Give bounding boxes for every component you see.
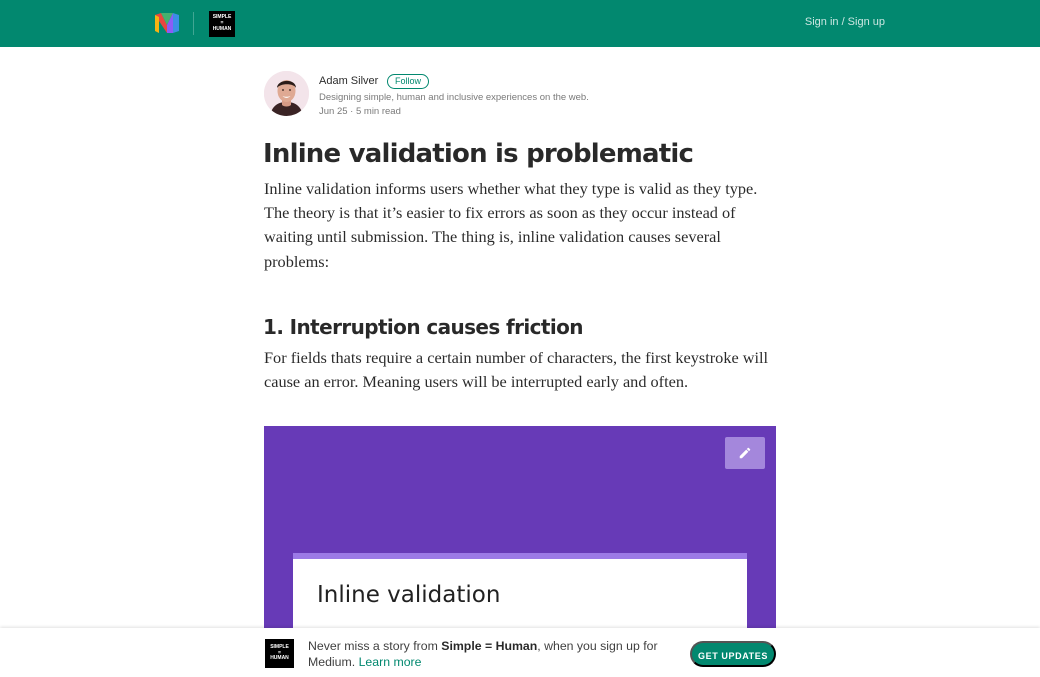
author-bio: Designing simple, human and inclusive ex… xyxy=(319,92,589,103)
author-avatar[interactable] xyxy=(264,71,309,116)
article-figure[interactable]: Inline validation xyxy=(264,426,776,636)
read-time: 5 min read xyxy=(355,106,401,117)
banner-publication-name: Simple = Human xyxy=(441,639,538,653)
header-divider xyxy=(193,12,194,35)
follow-button[interactable]: Follow xyxy=(387,74,430,89)
article-intro-paragraph: Inline validation informs users whether … xyxy=(264,179,758,271)
banner-text-prefix: Never miss a story from xyxy=(308,639,442,653)
meta-separator: · xyxy=(350,106,354,117)
banner-publication-logo[interactable]: SIMPLE = HUMAN xyxy=(265,639,294,668)
figure-card-title: Inline validation xyxy=(317,582,501,608)
banner-message: Never miss a story from Simple = Human, … xyxy=(308,638,668,670)
author-name[interactable]: Adam Silver xyxy=(319,75,378,87)
section-heading: 1. Interruption causes friction xyxy=(263,315,584,339)
article-title: Inline validation is problematic xyxy=(263,139,694,169)
learn-more-link[interactable]: Learn more xyxy=(359,655,422,669)
medium-logo-icon[interactable] xyxy=(155,13,179,33)
figure-card: Inline validation xyxy=(293,559,747,636)
subscribe-banner: SIMPLE = HUMAN Never miss a story from S… xyxy=(0,628,1040,677)
pencil-icon xyxy=(725,437,765,469)
banner-logo-line: HUMAN xyxy=(270,655,289,662)
get-updates-button[interactable]: GET UPDATES xyxy=(690,641,776,667)
publication-logo[interactable]: SIMPLE = HUMAN xyxy=(209,11,235,37)
sign-in-link[interactable]: Sign in / Sign up xyxy=(805,16,885,28)
post-meta: Jun 25 · 5 min read xyxy=(319,106,401,117)
publication-logo-line: HUMAN xyxy=(212,25,232,32)
section-paragraph: For fields thats require a certain numbe… xyxy=(264,348,769,392)
top-navigation-bar: SIMPLE = HUMAN Sign in / Sign up xyxy=(0,0,1040,47)
post-date[interactable]: Jun 25 xyxy=(319,106,348,117)
